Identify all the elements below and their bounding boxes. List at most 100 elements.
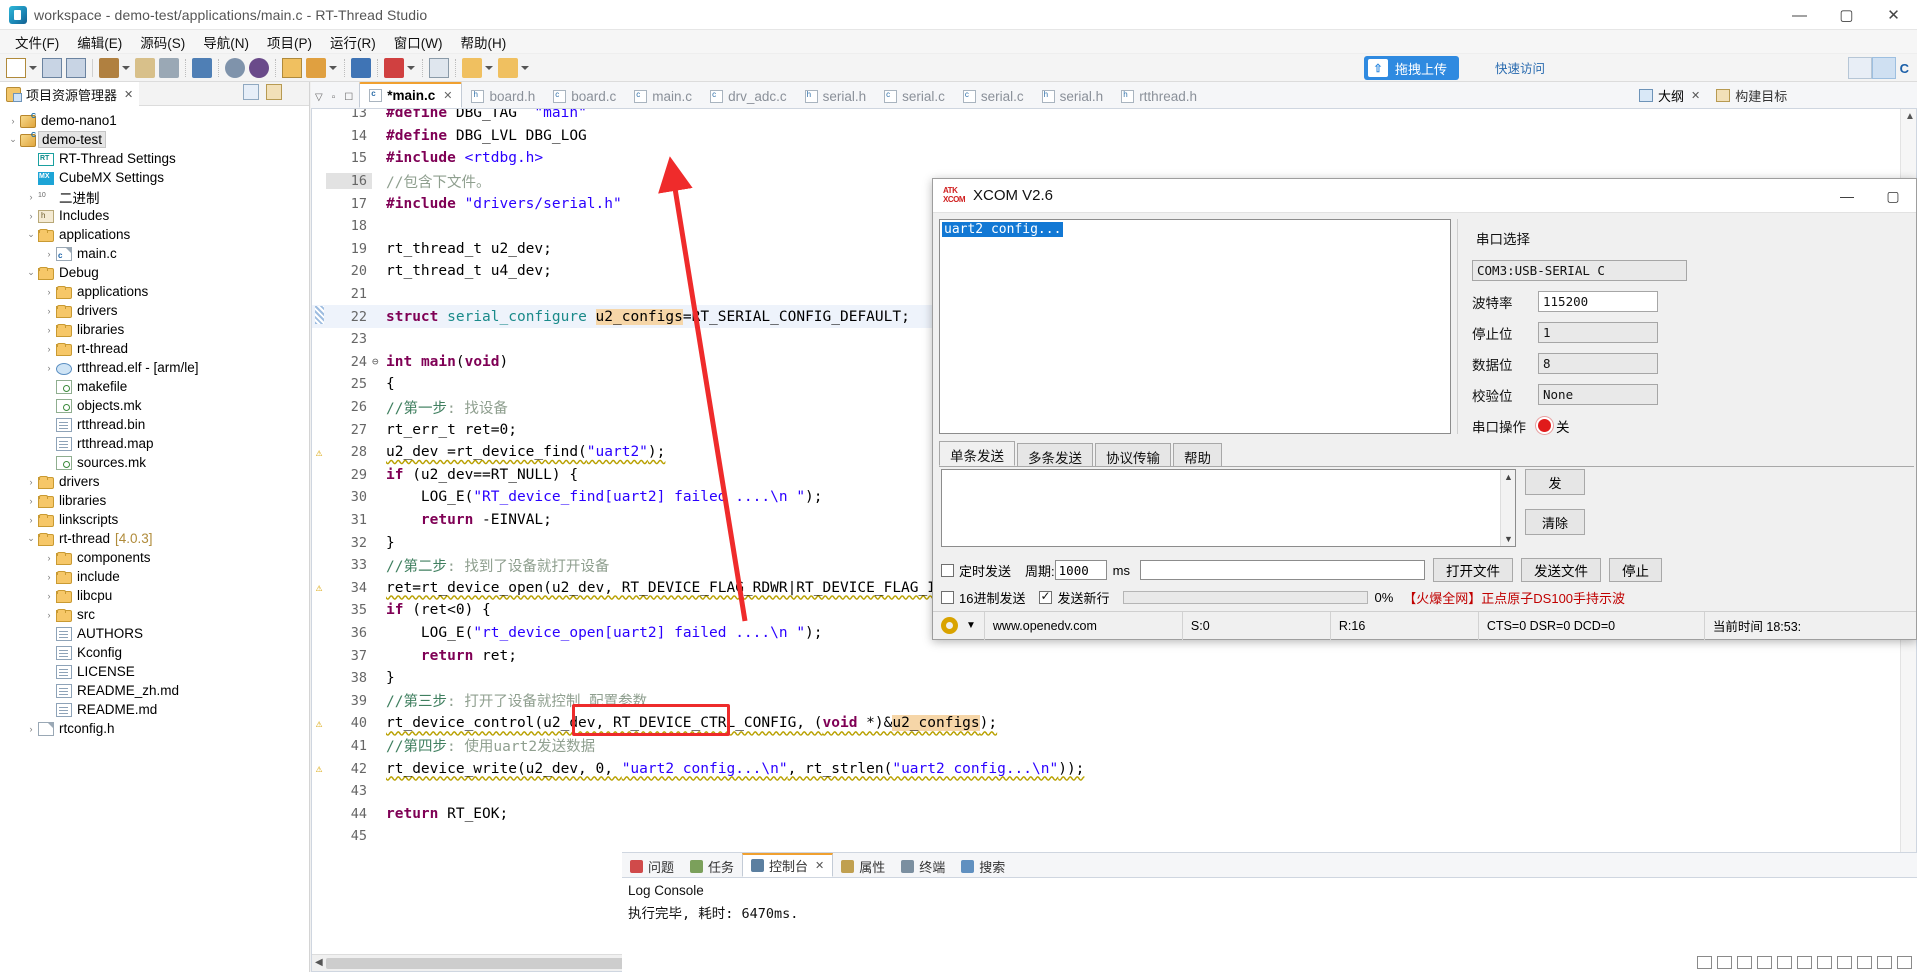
tree-item[interactable]: › src [0,605,309,624]
editor-tab[interactable]: serial.c [875,84,954,108]
port-select[interactable]: COM3:USB-SERIAL C [1472,260,1687,281]
save-all-icon[interactable] [66,57,86,78]
xcom-send-tab[interactable]: 协议传输 [1095,443,1171,466]
tree-item[interactable]: ›objects.mk [0,396,309,415]
tree-item[interactable]: › drivers [0,301,309,320]
forward-dropdown-icon[interactable] [520,58,529,78]
tree-item[interactable]: ⌄ demo-test [0,130,309,149]
close-icon[interactable]: ✕ [1691,89,1700,102]
chevron-right-icon[interactable]: › [42,306,56,316]
scroll-lock-icon[interactable] [1777,956,1792,969]
remove-all-icon[interactable] [1737,956,1752,969]
chevron-down-icon[interactable]: ⌄ [24,229,38,240]
build-dropdown-icon[interactable] [121,58,130,78]
close-icon[interactable]: ✕ [124,88,133,101]
minimize-view-icon[interactable]: ▫ [332,92,336,103]
editor-tab[interactable]: main.c [625,84,701,108]
view-menu-icon[interactable]: ▽ [315,92,323,103]
save-icon[interactable] [42,57,62,78]
display-console-icon[interactable] [1817,956,1832,969]
terminal-icon[interactable] [192,57,212,78]
editor-tab[interactable]: serial.h [1033,84,1113,108]
maximize-view-icon[interactable]: ☐ [344,92,353,103]
editor-tab[interactable]: board.h [462,84,544,108]
code-line[interactable]: 41 //第四步: 使用uart2发送数据 [312,735,1900,758]
chevron-right-icon[interactable]: › [24,192,38,202]
tree-item[interactable]: ›README.md [0,700,309,719]
xcom-send-textarea[interactable]: ▲ ▼ [941,469,1516,547]
flash-dropdown-icon[interactable] [328,58,337,78]
tree-item[interactable]: › rtthread.elf - [arm/le] [0,358,309,377]
clean-icon[interactable] [135,57,155,78]
xcom-send-tab[interactable]: 帮助 [1173,443,1222,466]
pin-dropdown-icon[interactable] [406,58,415,78]
view-menu-icon[interactable] [289,84,305,100]
settings-gear-icon[interactable] [225,57,245,78]
tree-item[interactable]: › libcpu [0,586,309,605]
xcom-minimize-button[interactable]: — [1824,179,1870,213]
editor-tab[interactable]: rtthread.h [1112,84,1206,108]
tree-item[interactable]: › libraries [0,320,309,339]
open-console-icon[interactable] [1837,956,1852,969]
hex-send-checkbox[interactable] [941,591,954,604]
wrench-icon[interactable] [159,57,179,78]
period-input[interactable] [1054,560,1107,580]
tree-item[interactable]: ›makefile [0,377,309,396]
terminate-icon[interactable] [1697,956,1712,969]
gear-icon[interactable] [941,617,958,634]
chevron-right-icon[interactable]: › [42,591,56,601]
chevron-right-icon[interactable]: › [42,287,56,297]
website-cell[interactable]: www.openedv.com [985,611,1183,640]
close-icon[interactable]: ✕ [815,859,824,872]
view-menu-icon[interactable] [1857,956,1872,969]
pin-icon[interactable] [384,57,404,78]
code-line[interactable]: 39//第三步: 打开了设备就控制 配置参数 [312,689,1900,712]
code-line[interactable]: 45 [312,825,1900,848]
chevron-right-icon[interactable]: › [42,325,56,335]
book-icon[interactable] [351,57,371,78]
chevron-down-icon[interactable]: ▼ [966,620,976,631]
build-hammer-icon[interactable] [99,57,119,78]
code-line[interactable]: ⚠ 42 rt_device_write(u2_dev, 0, "uart2 con… [312,757,1900,780]
tree-item[interactable]: › components [0,548,309,567]
console-tab[interactable]: 任务 [682,855,742,877]
tree-item[interactable]: ›AUTHORS [0,624,309,643]
xcom-send-tab[interactable]: 单条发送 [939,441,1015,466]
tab-outline[interactable]: 大纲 ✕ [1631,86,1708,105]
editor-tab[interactable]: drv_adc.c [701,84,796,108]
tree-item[interactable]: ›LICENSE [0,662,309,681]
send-file-button[interactable]: 发送文件 [1520,558,1601,582]
code-line[interactable]: ⚠ 40 rt_device_control(u2_dev, RT_DEVICE_C… [312,712,1900,735]
forward-arrow-icon[interactable] [498,57,518,78]
console-tab[interactable]: 搜索 [953,855,1013,877]
remove-launch-icon[interactable] [1717,956,1732,969]
debug-bug-icon[interactable] [249,57,269,78]
serial-toggle-button[interactable]: 关 [1538,416,1570,436]
editor-tab[interactable]: serial.c [954,84,1033,108]
minimize-button[interactable]: — [1776,0,1823,30]
tree-item[interactable]: ›rtthread.map [0,434,309,453]
settings-cell[interactable]: ▼ [933,611,985,640]
scroll-up-icon[interactable]: ▲ [1905,111,1915,122]
minimize-console-icon[interactable] [1877,956,1892,969]
open-file-button[interactable]: 打开文件 [1432,558,1513,582]
menu-project[interactable]: 项目(P) [258,30,321,54]
chevron-right-icon[interactable]: › [42,249,56,259]
tree-item[interactable]: ›RT-Thread Settings [0,149,309,168]
code-line[interactable]: 14 #define DBG_LVL DBG_LOG [312,125,1900,148]
tree-item[interactable]: › rt-thread [0,339,309,358]
code-line[interactable]: 44 return RT_EOK; [312,802,1900,825]
tree-item[interactable]: ⌄ Debug [0,263,309,282]
serial-setting-value[interactable]: 1 [1538,322,1658,343]
chevron-down-icon[interactable]: ⌄ [6,134,20,145]
tree-item[interactable]: › main.c [0,244,309,263]
chevron-right-icon[interactable]: › [42,363,56,373]
maximize-button[interactable]: ▢ [1823,0,1870,30]
project-tree[interactable]: ›demo-nano1⌄demo-test›RT-Thread Settings… [0,106,309,972]
chevron-right-icon[interactable]: › [24,724,38,734]
serial-setting-value[interactable]: None [1538,384,1658,405]
code-line[interactable]: 37 return ret; [312,644,1900,667]
tree-item[interactable]: › 二进制 [0,187,309,206]
scroll-down-icon[interactable]: ▼ [1504,534,1513,544]
serial-setting-value[interactable]: 8 [1538,353,1658,374]
